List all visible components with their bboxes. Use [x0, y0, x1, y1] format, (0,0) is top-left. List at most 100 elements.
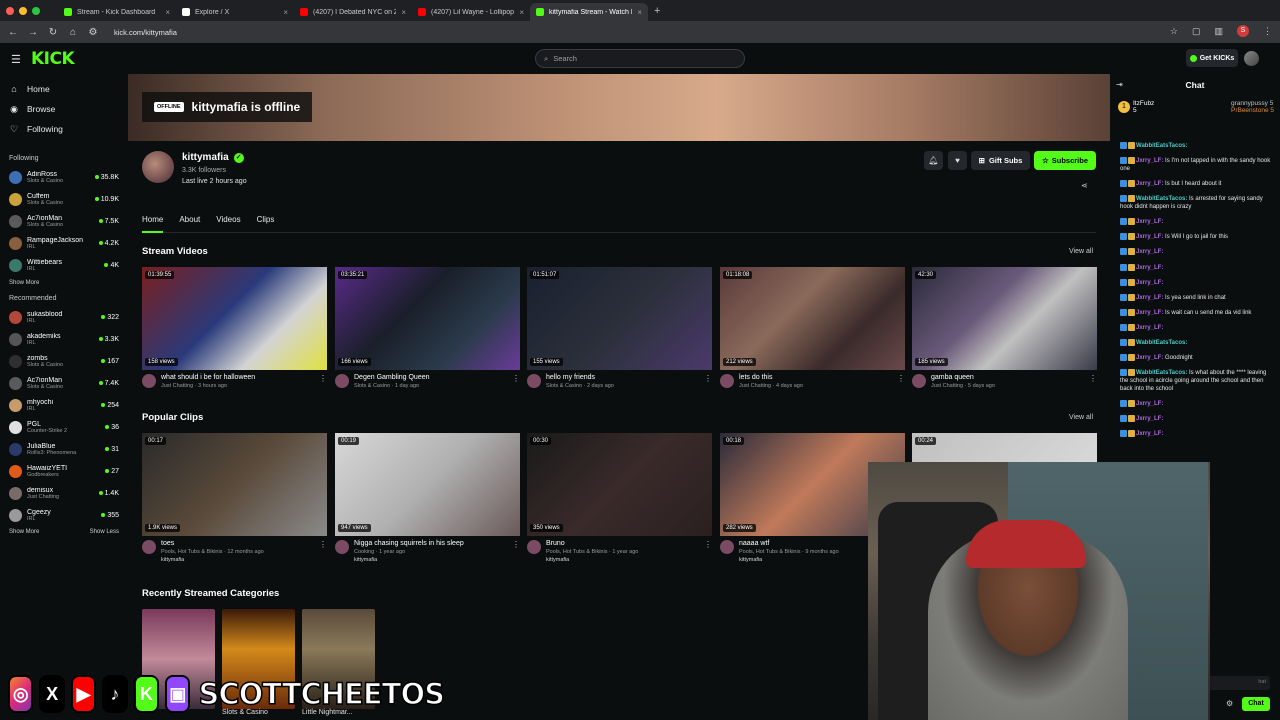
more-options-icon[interactable]: ⋮: [1089, 374, 1097, 389]
browser-menu-icon[interactable]: ⋮: [1263, 26, 1272, 37]
tab-close-icon[interactable]: ×: [519, 8, 524, 17]
thumbnail[interactable]: 00:30 350 views: [527, 433, 712, 536]
sidebar-channel[interactable]: zombs Slots & Casino 167: [0, 350, 128, 372]
chat-username[interactable]: Jxrry_LF:: [1136, 310, 1163, 316]
chat-username[interactable]: WabbitEatsTacos:: [1136, 143, 1187, 149]
card-title[interactable]: hello my friends: [546, 374, 699, 381]
channel-name[interactable]: kittymafia ✓: [182, 152, 244, 163]
tab-videos[interactable]: Videos: [216, 213, 240, 233]
new-tab-button[interactable]: +: [654, 5, 660, 17]
card-title[interactable]: lets do this: [739, 374, 892, 381]
profile-avatar[interactable]: S: [1237, 25, 1249, 37]
sidebar-channel[interactable]: HawaiizYETI Godbreakers 27: [0, 460, 128, 482]
show-more-button[interactable]: Show More: [9, 529, 39, 535]
site-info-icon[interactable]: ⚙: [88, 27, 98, 38]
sidebar-item-browse[interactable]: ◉ Browse: [9, 99, 128, 119]
card-channel[interactable]: kittymafia: [161, 557, 314, 563]
home-icon[interactable]: ⌂: [68, 27, 78, 38]
chat-username[interactable]: WabbitEatsTacos:: [1136, 340, 1187, 346]
sidebar-channel[interactable]: demisux Just Chatting 1.4K: [0, 482, 128, 504]
chat-username[interactable]: Jxrry_LF:: [1136, 181, 1163, 187]
thumbnail[interactable]: 00:17 1.9K views: [142, 433, 327, 536]
follow-heart-icon[interactable]: ♥: [948, 151, 967, 170]
video-card[interactable]: 03:35:21 166 views Degen Gambling Queen Slo…: [335, 267, 520, 389]
show-less-button[interactable]: Show Less: [90, 529, 119, 535]
more-options-icon[interactable]: ⋮: [512, 540, 520, 563]
sidebar-channel[interactable]: akademiks IRL 3.3K: [0, 328, 128, 350]
video-card[interactable]: 01:18:08 212 views lets do this Just Chatti…: [720, 267, 905, 389]
sidebar-channel[interactable]: Ac7ionMan Slots & Casino 7.4K: [0, 372, 128, 394]
more-options-icon[interactable]: ⋮: [704, 540, 712, 563]
video-card[interactable]: 42:30 185 views gamba queen Just Chatting ·…: [912, 267, 1097, 389]
sidebar-item-home[interactable]: ⌂ Home: [9, 79, 128, 99]
card-title[interactable]: Bruno: [546, 540, 699, 547]
sidebar-channel[interactable]: sukasblood IRL 322: [0, 306, 128, 328]
address-bar-url[interactable]: kick.com/kittymafia: [114, 28, 177, 37]
search-input[interactable]: ⌕ Search: [535, 49, 745, 68]
more-options-icon[interactable]: ⋮: [512, 374, 520, 389]
chat-username[interactable]: Jxrry_LF:: [1136, 250, 1163, 256]
thumbnail[interactable]: 01:51:07 155 views: [527, 267, 712, 370]
tab-close-icon[interactable]: ×: [165, 8, 170, 17]
sidebar-channel[interactable]: mhyochi IRL 254: [0, 394, 128, 416]
clip-card[interactable]: 00:19 947 views Nigga chasing squirrels in…: [335, 433, 520, 563]
popular-clips-view-all[interactable]: View all: [1069, 414, 1093, 421]
video-card[interactable]: 01:39:55 158 views what should i be for ha…: [142, 267, 327, 389]
sidebar-channel[interactable]: Ac7ionMan Slots & Casino 7.5K: [0, 210, 128, 232]
tab-home[interactable]: Home: [142, 213, 164, 233]
reload-icon[interactable]: ↻: [48, 27, 58, 38]
minimize-window-button[interactable]: [19, 6, 27, 15]
chat-username[interactable]: Jxrry_LF:: [1136, 325, 1163, 331]
chat-username[interactable]: WabbitEatsTacos:: [1136, 370, 1187, 376]
card-channel[interactable]: kittymafia: [546, 557, 699, 563]
card-title[interactable]: gamba queen: [931, 374, 1084, 381]
tab-close-icon[interactable]: ×: [401, 8, 406, 17]
gift-subs-button[interactable]: ⊞ Gift Subs: [971, 151, 1030, 170]
browser-tab[interactable]: (4207) I Debated NYC on Zo... ×: [294, 3, 412, 21]
sidebar-channel[interactable]: JuliaBlue Rollis3: Phenomena 31: [0, 438, 128, 460]
sidebar-channel[interactable]: Wittiebears IRL 4K: [0, 254, 128, 276]
chat-username[interactable]: WabbitEatsTacos:: [1136, 196, 1187, 202]
close-window-button[interactable]: [6, 6, 14, 15]
more-options-icon[interactable]: ⋮: [319, 540, 327, 563]
share-icon[interactable]: ⋖: [1081, 181, 1088, 190]
chat-username[interactable]: Jxrry_LF:: [1136, 280, 1163, 286]
sidebar-channel[interactable]: Cgeezy IRL 355: [0, 504, 128, 526]
chat-input[interactable]: hat: [1208, 676, 1270, 690]
more-options-icon[interactable]: ⋮: [319, 374, 327, 389]
chat-username[interactable]: Jxrry_LF:: [1136, 219, 1163, 225]
thumbnail[interactable]: 00:19 947 views: [335, 433, 520, 536]
card-title[interactable]: what should i be for halloween: [161, 374, 314, 381]
thumbnail[interactable]: 42:30 185 views: [912, 267, 1097, 370]
browser-tab[interactable]: Stream - Kick Dashboard ×: [58, 3, 176, 21]
sidebar-toggle-icon[interactable]: ▥: [1214, 26, 1223, 37]
chat-username[interactable]: Jxrry_LF:: [1136, 265, 1163, 271]
chat-username[interactable]: Jxrry_LF:: [1136, 158, 1163, 164]
tab-close-icon[interactable]: ×: [637, 8, 642, 17]
chat-username[interactable]: Jxrry_LF:: [1136, 431, 1163, 437]
tab-about[interactable]: About: [179, 213, 200, 233]
sidebar-item-following[interactable]: ♡ Following: [9, 119, 128, 139]
browser-tab[interactable]: kittymafia Stream - Watch Li... ×: [530, 3, 648, 21]
chat-username[interactable]: Jxrry_LF:: [1136, 295, 1163, 301]
sidebar-channel[interactable]: PGL Counter-Strike 2 36: [0, 416, 128, 438]
show-more-following[interactable]: Show More: [0, 280, 128, 286]
card-title[interactable]: Nigga chasing squirrels in his sleep: [354, 540, 507, 547]
user-avatar[interactable]: [1244, 51, 1259, 66]
notification-bell-icon[interactable]: 🔔︎: [924, 151, 943, 170]
chat-username[interactable]: Jxrry_LF:: [1136, 234, 1163, 240]
thumbnail[interactable]: 01:39:55 158 views: [142, 267, 327, 370]
menu-icon[interactable]: ☰: [11, 53, 21, 66]
sidebar-channel[interactable]: RampageJackson IRL 4.2K: [0, 232, 128, 254]
channel-avatar[interactable]: [142, 151, 174, 183]
video-card[interactable]: 01:51:07 155 views hello my friends Slots &…: [527, 267, 712, 389]
sidebar-channel[interactable]: Cuffem Slots & Casino 10.9K: [0, 188, 128, 210]
chat-username[interactable]: Jxrry_LF:: [1136, 416, 1163, 422]
browser-tab[interactable]: Explore / X ×: [176, 3, 294, 21]
back-icon[interactable]: ←: [8, 27, 18, 38]
chat-username[interactable]: Jxrry_LF:: [1136, 401, 1163, 407]
extensions-icon[interactable]: ▢: [1192, 26, 1201, 37]
browser-tab[interactable]: (4207) Lil Wayne - Lollipop (E... ×: [412, 3, 530, 21]
thumbnail[interactable]: 01:18:08 212 views: [720, 267, 905, 370]
clip-card[interactable]: 00:17 1.9K views toes Pools, Hot Tubs & Bik…: [142, 433, 327, 563]
